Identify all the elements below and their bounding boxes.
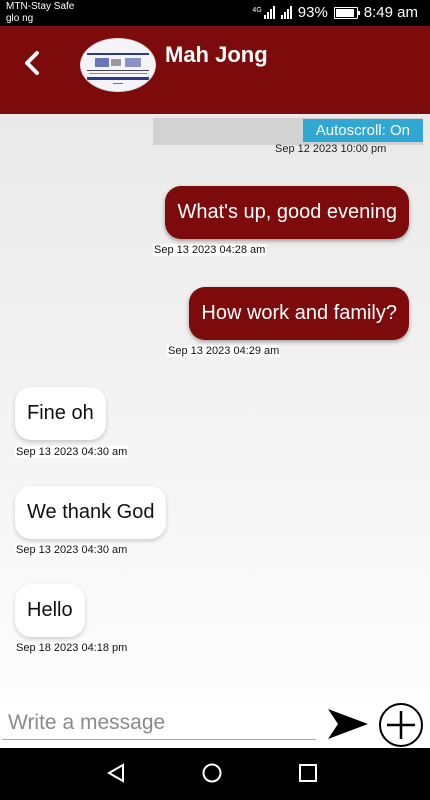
message-timestamp: Sep 13 2023 04:29 am <box>167 345 281 357</box>
message-bubble-sent[interactable]: How work and family? <box>189 287 409 340</box>
clock: 8:49 am <box>363 4 418 21</box>
carrier-secondary: glo ng <box>6 13 34 24</box>
send-icon[interactable] <box>326 706 370 742</box>
battery-percent: 93% <box>297 4 328 21</box>
carrier-info: MTN-Stay Safe glo ng <box>6 1 74 25</box>
message-bubble-sent[interactable]: What's up, good evening <box>165 186 409 239</box>
message-bubble-received[interactable]: We thank God <box>15 486 167 539</box>
battery-icon <box>333 6 360 19</box>
message-timestamp: Sep 18 2023 04:18 pm <box>15 642 129 654</box>
message-timestamp: Sep 13 2023 04:30 am <box>15 446 129 458</box>
network-type-label: 4G <box>252 7 262 14</box>
message-text: Hello <box>27 599 73 621</box>
nav-back-icon[interactable] <box>105 762 127 789</box>
message-bubble-received[interactable]: Hello <box>15 584 85 637</box>
signal-strength-icon <box>280 6 292 19</box>
back-arrow-icon[interactable] <box>18 48 48 78</box>
message-text: We thank God <box>27 501 155 523</box>
message-bubble-received[interactable]: Fine oh <box>15 387 106 440</box>
message-timestamp: Sep 13 2023 04:28 am <box>153 244 267 256</box>
contact-avatar[interactable] <box>80 38 156 92</box>
message-list[interactable]: Autoscroll: On Sep 12 2023 10:00 pm What… <box>0 114 430 700</box>
chat-header: Mah Jong <box>0 26 430 114</box>
signal-4g-icon: 4G <box>252 6 275 19</box>
nav-home-icon[interactable] <box>201 762 223 789</box>
nav-recents-icon[interactable] <box>297 762 319 789</box>
system-nav-bar <box>0 748 430 800</box>
message-text: What's up, good evening <box>177 201 397 223</box>
carrier-name: MTN-Stay Safe <box>6 1 75 12</box>
autoscroll-toggle[interactable]: Autoscroll: On <box>302 119 423 142</box>
add-circle-icon[interactable] <box>378 702 424 748</box>
message-text: How work and family? <box>201 302 397 324</box>
message-input[interactable] <box>2 706 316 740</box>
message-timestamp: Sep 13 2023 04:30 am <box>15 544 129 556</box>
partial-timestamp: Sep 12 2023 10:00 pm <box>275 144 387 154</box>
message-composer <box>0 700 430 748</box>
chat-title: Mah Jong <box>165 42 268 67</box>
status-bar: MTN-Stay Safe glo ng 4G 93% 8:49 am <box>0 0 430 26</box>
status-icons: 4G 93% 8:49 am <box>252 4 418 21</box>
battery-level-fill <box>335 8 355 17</box>
message-text: Fine oh <box>27 402 94 424</box>
